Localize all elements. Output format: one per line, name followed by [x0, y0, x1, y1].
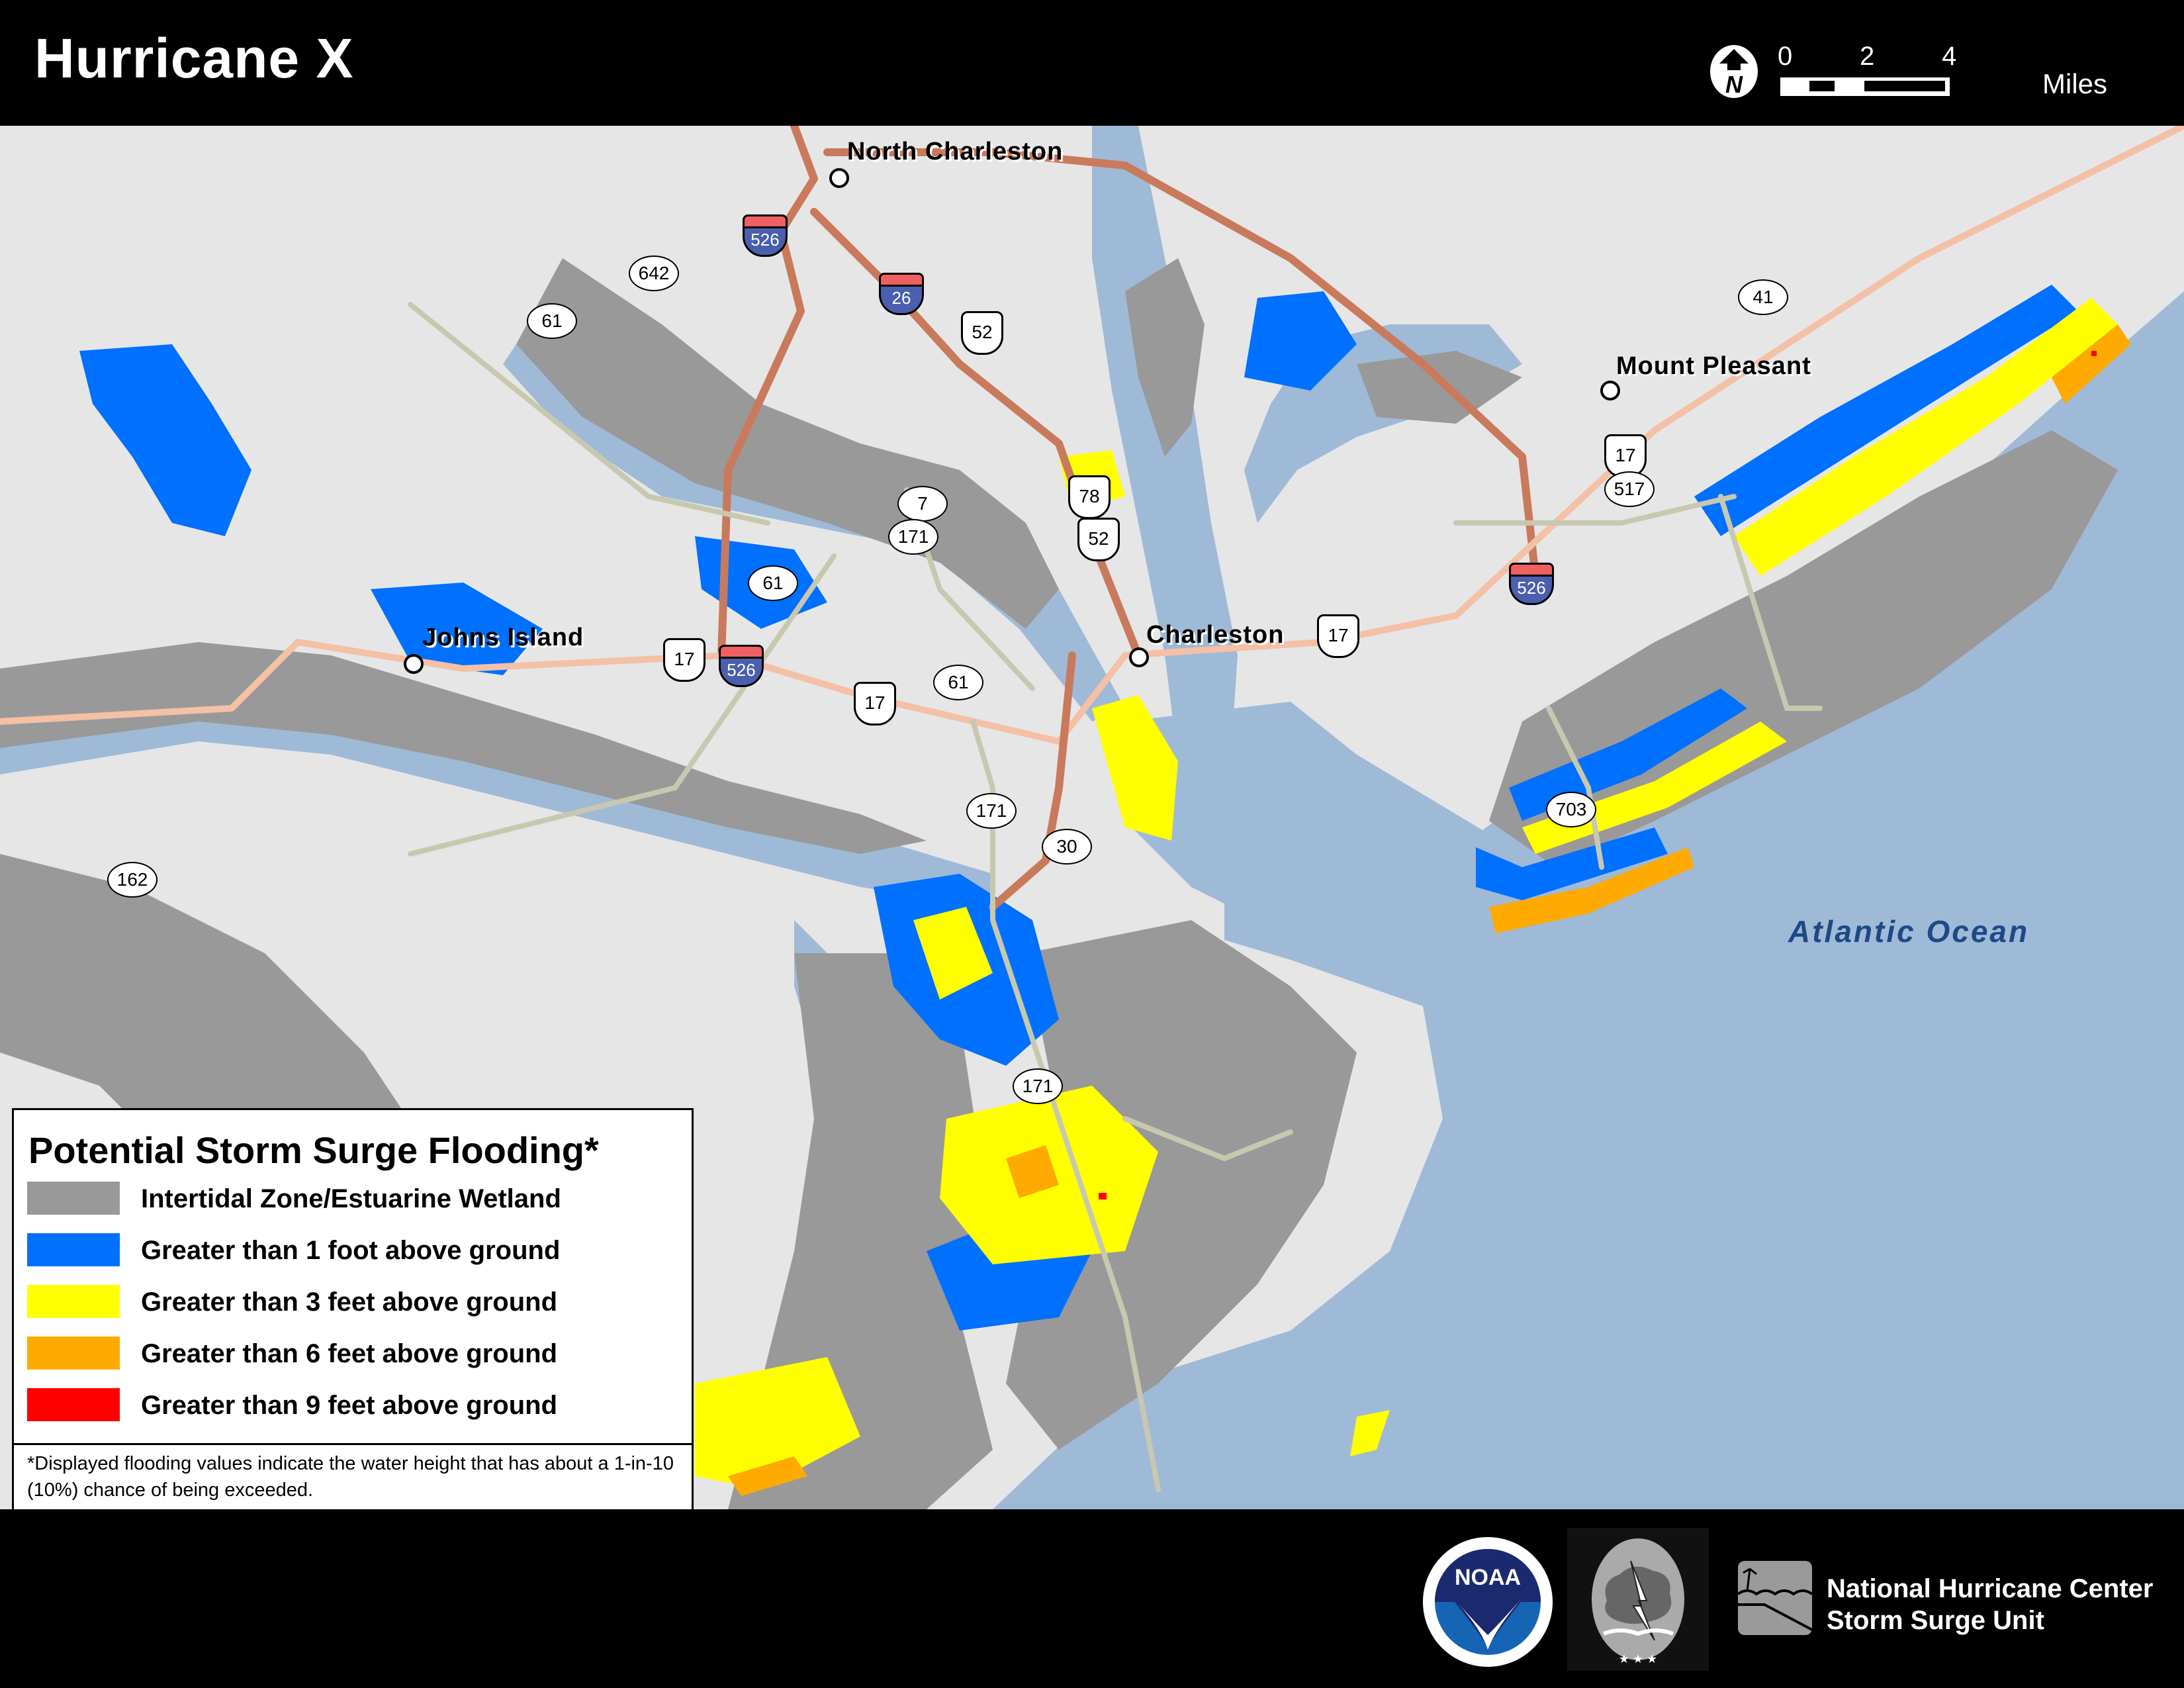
scale-tick-2: 2 [1860, 42, 1875, 71]
us-route-shield-78: 78 [1068, 475, 1111, 519]
north-arrow-icon: N [1706, 44, 1762, 99]
header-bar: Hurricane X N 0 2 4 Miles [0, 0, 2184, 126]
interstate-shield-526: 526 [743, 214, 788, 257]
city-dot-north-charleston [829, 168, 849, 188]
state-route-61-south: 61 [933, 665, 983, 700]
legend-swatch-6ft [27, 1336, 120, 1370]
nhc-text: National Hurricane Center Storm Surge Un… [1827, 1573, 2153, 1636]
place-label-charleston[interactable]: Charleston [1146, 621, 1284, 649]
legend-swatch-1ft [27, 1233, 120, 1266]
interstate-shield-26: 26 [879, 273, 924, 315]
place-label-mount-pleasant[interactable]: Mount Pleasant [1616, 352, 1811, 381]
scale-bar-graphic [1780, 77, 1950, 96]
us-route-shield-17-central: 17 [854, 682, 896, 726]
noaa-logo[interactable]: NOAA [1422, 1536, 1554, 1668]
north-label: N [1725, 71, 1743, 98]
scale-tick-4: 4 [1942, 42, 1957, 71]
map-title: Hurricane X [34, 27, 354, 89]
scale-bar: 0 2 4 Miles [1778, 36, 2107, 103]
state-route-703: 703 [1546, 792, 1596, 827]
state-route-171-north: 171 [888, 519, 938, 555]
legend-label-3ft: Greater than 3 feet above ground [141, 1288, 558, 1317]
place-label-johns-island[interactable]: Johns Island [422, 624, 584, 652]
legend-label-wetland: Intertidal Zone/Estuarine Wetland [141, 1184, 561, 1213]
state-route-642: 642 [629, 256, 679, 291]
nws-logo[interactable]: ★ ★ ★ [1567, 1528, 1709, 1671]
state-route-7: 7 [897, 486, 948, 522]
footer-bar: NOAA ★ ★ ★ National Hurricane Center Sto… [0, 1509, 2184, 1688]
svg-text:★ ★ ★: ★ ★ ★ [1619, 1652, 1657, 1665]
legend-label-1ft: Greater than 1 foot above ground [141, 1236, 561, 1265]
city-dot-mount-pleasant [1600, 381, 1620, 400]
us-route-shield-17-east: 17 [1317, 614, 1359, 658]
nhc-unit: Storm Surge Unit [1827, 1606, 2044, 1635]
nhc-name: National Hurricane Center [1827, 1574, 2154, 1603]
ocean-label: Atlantic Ocean [1788, 914, 2030, 949]
scale-unit: Miles [2042, 68, 2108, 99]
state-route-30: 30 [1042, 829, 1092, 865]
us-route-shield-52-south: 52 [1077, 518, 1120, 561]
legend-note: *Displayed flooding values indicate the … [27, 1453, 674, 1501]
place-label-north-charleston[interactable]: North Charleston [847, 138, 1063, 166]
state-route-61-north: 61 [527, 303, 577, 339]
legend-label-9ft: Greater than 9 feet above ground [141, 1391, 558, 1420]
us-route-shield-52: 52 [961, 311, 1003, 355]
city-dot-johns-island [404, 654, 424, 674]
route-30 [989, 651, 1076, 911]
state-route-517: 517 [1604, 471, 1655, 507]
scale-tick-0: 0 [1778, 42, 1793, 71]
legend-swatch-9ft [27, 1388, 120, 1421]
interstate-shield-526-west: 526 [719, 645, 764, 687]
state-route-171-central: 171 [966, 793, 1017, 829]
legend-swatch-wetland [27, 1182, 120, 1215]
interstate-shield-526-east: 526 [1509, 563, 1554, 605]
legend-label-6ft: Greater than 6 feet above ground [141, 1339, 558, 1368]
state-route-41: 41 [1738, 279, 1788, 315]
state-route-171-south: 171 [1013, 1068, 1063, 1104]
noaa-logo-text: NOAA [1455, 1565, 1521, 1590]
legend-note-box: *Displayed flooding values indicate the … [12, 1443, 694, 1509]
legend-swatch-3ft [27, 1285, 120, 1318]
state-route-61-central: 61 [748, 565, 798, 601]
us-route-shield-17-west: 17 [663, 638, 705, 682]
nhc-logo[interactable] [1737, 1561, 1813, 1635]
storm-surge-map[interactable]: North Charleston Johns Island Charleston… [0, 126, 2184, 1509]
city-dot-charleston [1129, 647, 1149, 667]
state-route-162: 162 [107, 862, 158, 898]
legend-title: Potential Storm Surge Flooding* [28, 1129, 599, 1171]
